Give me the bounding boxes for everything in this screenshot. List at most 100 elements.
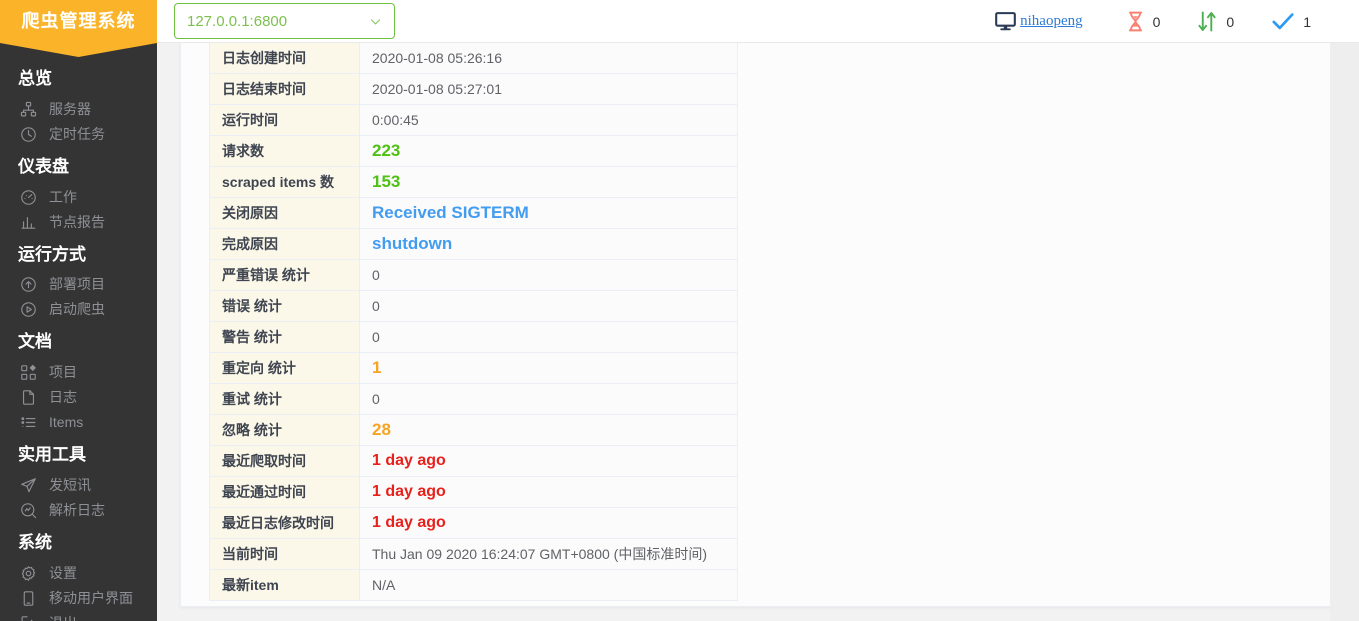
table-row-value: 1 [359, 352, 738, 384]
top-bar: 127.0.0.1:6800 nihaopeng 0 0 1 [157, 0, 1359, 43]
table-row: 日志创建时间 2020-01-08 05:26:16 [209, 43, 738, 74]
content-card: 日志创建时间 2020-01-08 05:26:16 日志结束时间 2020-01-0… [180, 43, 1332, 607]
table-row-key: 重试 统计 [209, 383, 360, 415]
table-row: 日志结束时间 2020-01-08 05:27:01 [209, 73, 738, 105]
sidebar-item-0-g3[interactable]: 项目 [0, 360, 157, 385]
table-row-value: shutdown [359, 228, 738, 260]
stat-running-value: 0 [1226, 13, 1235, 30]
table-row: 忽略 统计 28 [209, 414, 738, 446]
table-row: scraped items 数 153 [209, 166, 738, 198]
table-row: 当前时间 Thu Jan 09 2020 16:24:07 GMT+0800 (中… [209, 538, 738, 570]
table-row-value: 0:00:45 [359, 104, 738, 136]
table-row-key: 最近爬取时间 [209, 445, 360, 477]
app-root: 爬虫管理系统 总览 服务器 定时任务 仪表盘 工作 节点报告 运行方式 部署项目 启动爬虫 文档项… [0, 0, 1359, 621]
table-row: 最近日志修改时间 1 day ago [209, 507, 738, 539]
current-node-label[interactable]: nihaopeng [1020, 13, 1082, 30]
table-row-value: 0 [359, 321, 738, 353]
sidebar-item-2-g3[interactable]: Items [0, 410, 157, 435]
table-row-value: 223 [359, 135, 738, 167]
check-icon [1272, 12, 1294, 31]
sitemap-icon [20, 100, 40, 118]
sidebar-item-label: 设置 [49, 564, 77, 581]
host-select[interactable]: 127.0.0.1:6800 [174, 3, 395, 39]
sidebar-item-2-g5[interactable]: 退出 [0, 611, 157, 621]
table-row-value: 0 [359, 290, 738, 322]
table-row-value: 1 day ago [359, 476, 738, 508]
table-row-key: 关闭原因 [209, 197, 360, 229]
file-icon [20, 389, 40, 407]
host-select-value: 127.0.0.1:6800 [187, 12, 288, 30]
current-node-user[interactable]: nihaopeng [995, 12, 1083, 31]
table-row-key: 日志结束时间 [209, 73, 360, 105]
sidebar-item-1-g0[interactable]: 定时任务 [0, 122, 157, 147]
table-row-value: Thu Jan 09 2020 16:24:07 GMT+0800 (中国标准时… [359, 538, 738, 570]
table-row-key: 最新item [209, 569, 360, 601]
table-row-key: 严重错误 统计 [209, 259, 360, 291]
sidebar-item-1-g2[interactable]: 启动爬虫 [0, 297, 157, 322]
chevron-down-icon [369, 15, 382, 28]
hourglass-icon [1127, 11, 1144, 32]
sidebar-item-1-g4[interactable]: 解析日志 [0, 498, 157, 523]
table-row-key: 请求数 [209, 135, 360, 167]
send-icon [20, 476, 40, 494]
sidebar-item-1-g1[interactable]: 节点报告 [0, 210, 157, 235]
sidebar-group-title: 运行方式 [18, 244, 86, 264]
top-bar-right: nihaopeng 0 0 1 [995, 0, 1311, 43]
sidebar-item-0-g5[interactable]: 设置 [0, 561, 157, 586]
page-scrollbar[interactable] [1330, 43, 1359, 621]
table-row-value: 2020-01-08 05:27:01 [359, 73, 738, 105]
table-row-value: 1 day ago [359, 507, 738, 539]
sidebar-item-label: 项目 [49, 364, 77, 381]
main-content: 日志创建时间 2020-01-08 05:26:16 日志结束时间 2020-01-0… [157, 43, 1359, 621]
grid-icon [20, 364, 40, 382]
table-row-value: 1 day ago [359, 445, 738, 477]
stat-running[interactable]: 0 [1198, 11, 1234, 32]
sidebar-item-1-g5[interactable]: 移动用户界面 [0, 586, 157, 611]
table-row-value: 0 [359, 383, 738, 415]
table-row: 警告 统计 0 [209, 321, 738, 353]
bar-chart-icon [20, 213, 40, 231]
sidebar-item-0-g4[interactable]: 发短讯 [0, 473, 157, 498]
sidebar-item-1-g3[interactable]: 日志 [0, 385, 157, 410]
table-row-key: scraped items 数 [209, 166, 360, 198]
sidebar: 爬虫管理系统 总览 服务器 定时任务 仪表盘 工作 节点报告 运行方式 部署项目 启动爬虫 文档项… [0, 0, 157, 621]
table-row: 请求数 223 [209, 135, 738, 167]
sidebar-item-label: 日志 [49, 389, 77, 406]
table-row-value: 28 [359, 414, 738, 446]
sidebar-item-0-g0[interactable]: 服务器 [0, 97, 157, 122]
running-arrows-icon [1198, 11, 1217, 32]
sidebar-item-0-g1[interactable]: 工作 [0, 185, 157, 210]
logout-icon [20, 614, 40, 621]
stat-finished-value: 1 [1303, 13, 1311, 30]
table-row: 最近通过时间 1 day ago [209, 476, 738, 508]
table-row-key: 运行时间 [209, 104, 360, 136]
table-row-key: 忽略 统计 [209, 414, 360, 446]
table-row-key: 错误 统计 [209, 290, 360, 322]
search-chart-icon [20, 501, 40, 519]
stat-pending[interactable]: 0 [1127, 11, 1161, 32]
play-circle-icon [20, 301, 40, 319]
table-row-value: 0 [359, 259, 738, 291]
table-row: 最新item N/A [209, 569, 738, 601]
sidebar-group-title: 仪表盘 [18, 156, 69, 176]
app-logo[interactable]: 爬虫管理系统 [0, 0, 157, 43]
table-row-key: 日志创建时间 [209, 43, 360, 74]
sidebar-item-label: 服务器 [49, 100, 91, 117]
sidebar-item-0-g2[interactable]: 部署项目 [0, 272, 157, 297]
sidebar-item-label: 移动用户界面 [49, 589, 133, 606]
sidebar-item-label: 解析日志 [49, 501, 105, 518]
stat-finished[interactable]: 1 [1272, 12, 1311, 31]
sidebar-item-label: 退出 [49, 614, 77, 621]
table-row-value: 153 [359, 166, 738, 198]
table-row-value: Received SIGTERM [359, 197, 738, 229]
list-icon [20, 414, 40, 432]
sidebar-group-title: 系统 [18, 532, 52, 552]
stat-pending-value: 0 [1152, 13, 1161, 30]
table-row: 严重错误 统计 0 [209, 259, 738, 291]
table-row-key: 最近通过时间 [209, 476, 360, 508]
table-row: 重定向 统计 1 [209, 352, 738, 384]
sidebar-item-label: 启动爬虫 [49, 301, 105, 318]
table-row-key: 重定向 统计 [209, 352, 360, 384]
table-row-key: 警告 统计 [209, 321, 360, 353]
app-logo-text: 爬虫管理系统 [21, 10, 136, 31]
